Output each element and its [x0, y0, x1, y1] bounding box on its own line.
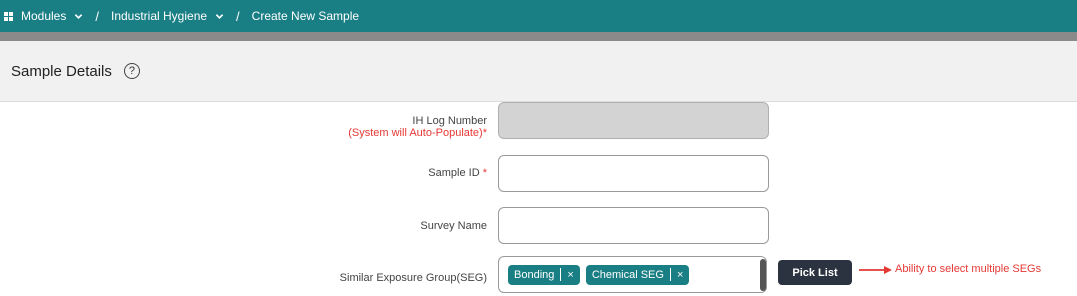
- breadcrumb-separator: /: [236, 8, 240, 24]
- seg-label: Similar Exposure Group(SEG): [339, 272, 487, 284]
- section-title: Sample Details: [11, 62, 112, 80]
- top-navigation-bar: Modules / Industrial Hygiene / Create Ne…: [0, 0, 1077, 32]
- chip-divider: [669, 268, 671, 281]
- remove-chip-icon[interactable]: ×: [567, 269, 573, 281]
- breadcrumb-modules-label: Modules: [21, 9, 67, 23]
- seg-multiselect[interactable]: Bonding × Chemical SEG ×: [498, 256, 767, 293]
- seg-chip: Bonding ×: [508, 264, 580, 285]
- breadcrumb-industrial-hygiene[interactable]: Industrial Hygiene: [111, 9, 224, 23]
- ih-log-number-hint: (System will Auto-Populate)*: [348, 127, 487, 139]
- divider-bar: [0, 32, 1077, 41]
- arrow-right-icon: [859, 266, 892, 274]
- help-icon[interactable]: ?: [123, 63, 140, 79]
- sample-id-label-text: Sample ID: [428, 167, 480, 179]
- seg-chip-label: Chemical SEG: [591, 268, 664, 281]
- seg-chip: Chemical SEG ×: [585, 264, 690, 285]
- ih-log-number-input: [498, 102, 769, 139]
- sample-id-input[interactable]: [498, 155, 769, 192]
- required-marker: *: [482, 127, 487, 139]
- scrollbar[interactable]: [760, 259, 766, 291]
- breadcrumb-module-label: Industrial Hygiene: [110, 9, 208, 23]
- seg-chip-label: Bonding: [514, 268, 555, 281]
- grid-icon: [4, 11, 13, 21]
- annotation-text: Ability to select multiple SEGs: [895, 263, 1042, 275]
- chip-divider: [560, 268, 562, 281]
- required-marker: *: [482, 167, 487, 179]
- breadcrumb-separator: /: [95, 8, 99, 24]
- chevron-down-icon: [75, 13, 83, 19]
- ih-log-hint-text: (System will Auto-Populate): [348, 127, 483, 139]
- section-header: Sample Details ?: [0, 41, 1077, 102]
- ih-log-number-label-text: IH Log Number: [412, 115, 487, 127]
- chevron-down-icon: [215, 13, 224, 19]
- remove-chip-icon[interactable]: ×: [677, 269, 683, 281]
- survey-name-label: Survey Name: [420, 220, 487, 232]
- breadcrumb-modules[interactable]: Modules: [4, 9, 83, 23]
- sample-id-label: Sample ID *: [428, 167, 487, 179]
- survey-name-input[interactable]: [498, 207, 769, 244]
- ih-log-number-label: IH Log Number (System will Auto-Populate…: [348, 115, 487, 139]
- breadcrumb-current: Create New Sample: [251, 9, 360, 23]
- pick-list-button[interactable]: Pick List: [778, 260, 852, 285]
